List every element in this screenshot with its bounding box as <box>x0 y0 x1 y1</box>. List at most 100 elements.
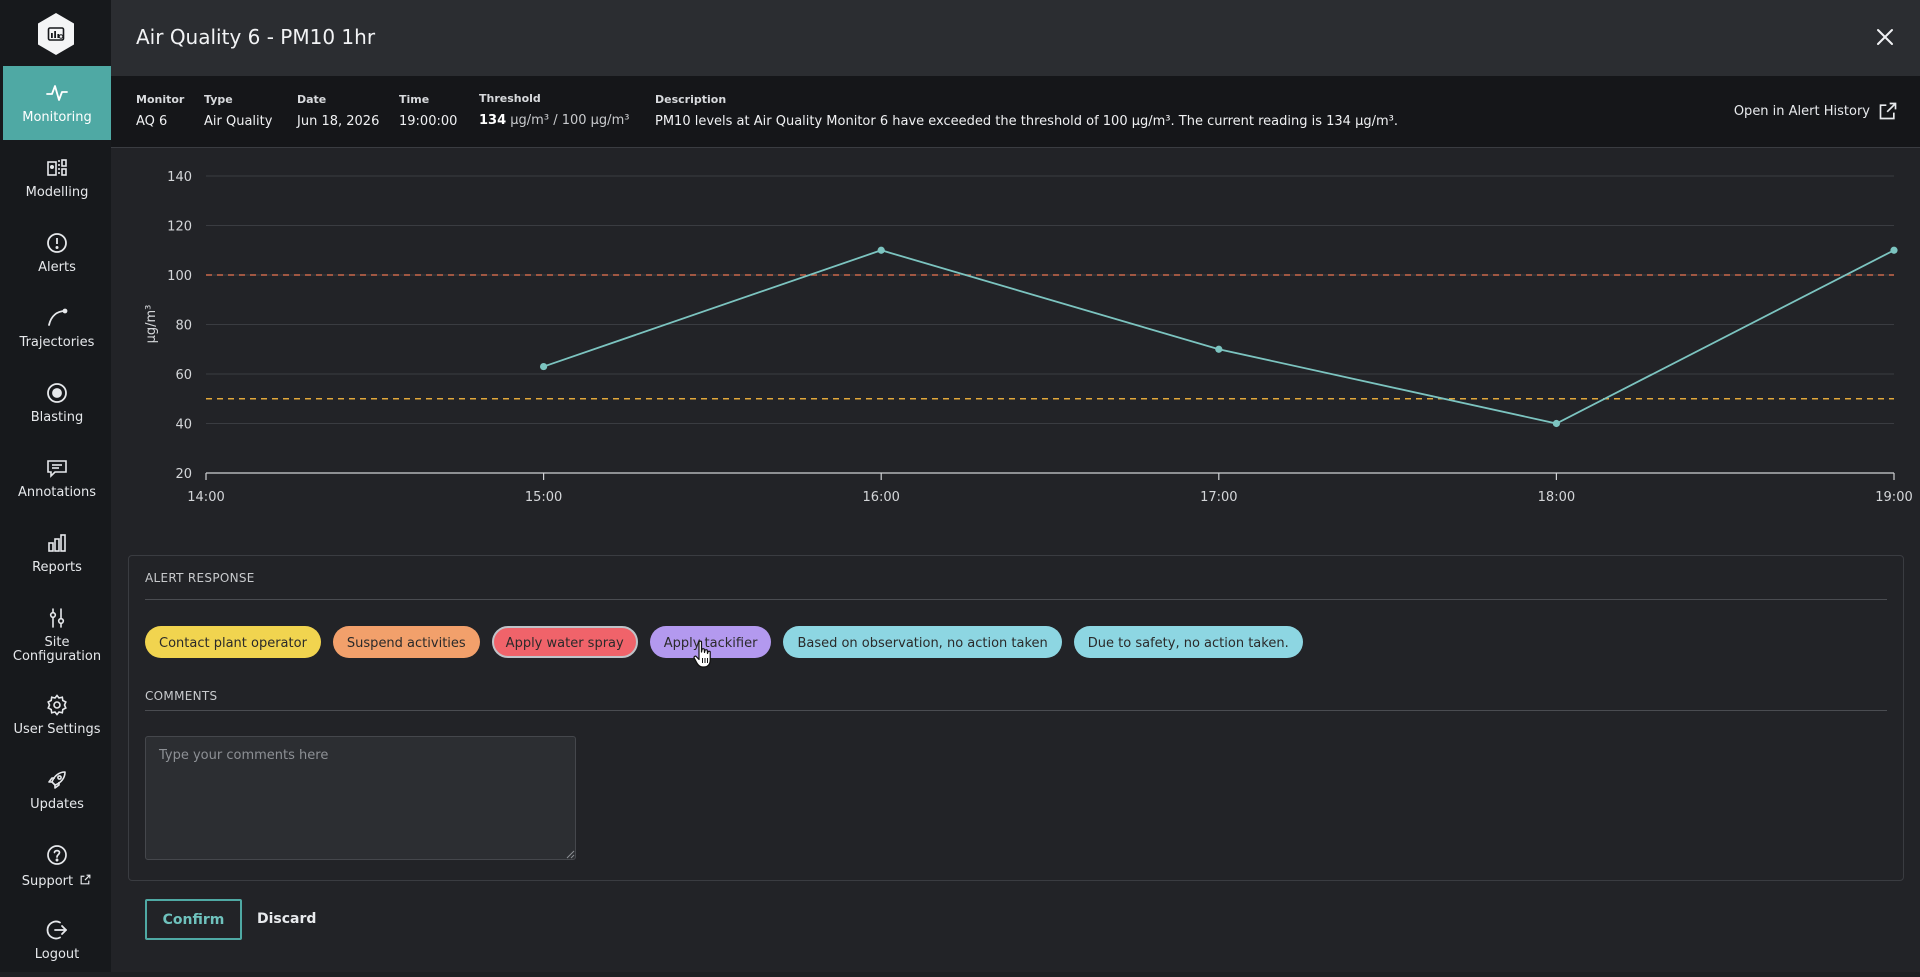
y-tick-label: 40 <box>175 418 192 433</box>
sidebar-item-label: Alerts <box>38 260 76 275</box>
response-chip-contact-plant-operator[interactable]: Contact plant operator <box>145 626 321 658</box>
data-point <box>540 362 548 371</box>
sidebar-item-label: Monitoring <box>22 110 92 125</box>
external-link-icon <box>1879 102 1897 120</box>
modal-title: Air Quality 6 - PM10 1hr <box>136 25 376 49</box>
y-axis-label: μg/m³ <box>144 305 159 344</box>
info-label: Description <box>655 93 727 106</box>
modal-header: Air Quality 6 - PM10 1hr <box>111 0 1920 76</box>
info-value: Jun 18, 2026 <box>297 114 380 129</box>
info-label: Date <box>297 93 327 106</box>
sidebar-item-label: Blasting <box>30 410 84 425</box>
gear-icon <box>45 693 69 717</box>
y-tick-label: 80 <box>175 319 192 334</box>
info-label: Type <box>204 93 233 106</box>
comment-icon <box>45 456 69 480</box>
sidebar-item-label: User Settings <box>13 722 101 737</box>
x-tick-label: 17:00 <box>1200 490 1237 505</box>
data-point <box>1552 419 1560 428</box>
pulse-icon <box>45 81 69 105</box>
pm10-chart: 20 40 60 80 100 120 140 14:00 15:00 16:00 17:00 18:… <box>111 148 1920 518</box>
logout-icon <box>45 918 69 942</box>
resize-grip-icon[interactable] <box>565 849 575 859</box>
comments-textarea[interactable] <box>145 736 576 860</box>
support-label-wrap: Support <box>3 873 111 889</box>
sidebar-item-trajectories[interactable]: Trajectories <box>3 291 111 365</box>
sidebar-item-logout[interactable]: Logout <box>3 903 111 977</box>
comments-heading: COMMENTS <box>145 689 218 703</box>
trajectory-icon <box>45 306 69 330</box>
x-tick-label: 19:00 <box>1875 490 1912 505</box>
x-tick-label: 16:00 <box>862 490 899 505</box>
bar-chart-icon <box>45 531 69 555</box>
sidebar-item-label: Trajectories <box>19 335 95 350</box>
info-value: Air Quality <box>204 114 273 129</box>
sidebar-item-monitoring[interactable]: Monitoring <box>3 66 111 140</box>
sidebar-item-label: Site <box>44 635 70 650</box>
external-link-icon <box>80 874 91 885</box>
sidebar-item-label: Updates <box>30 797 84 812</box>
close-button[interactable] <box>1874 26 1896 48</box>
info-threshold: Threshold 134 μg/m³ / 100 μg/m³ <box>479 92 629 128</box>
info-monitor: Monitor AQ 6 <box>136 93 184 129</box>
alert-info-bar: Monitor AQ 6 Type Air Quality Date Jun 1… <box>111 76 1920 148</box>
info-description: Description PM10 levels at Air Quality M… <box>655 93 1398 129</box>
sidebar-item-updates[interactable]: Updates <box>3 753 111 827</box>
sidebar-item-label: Modelling <box>25 185 89 200</box>
info-date: Date Jun 18, 2026 <box>297 93 379 129</box>
rocket-icon <box>45 768 69 792</box>
x-tick-label: 18:00 <box>1538 490 1575 505</box>
sidebar-item-label: Annotations <box>17 485 97 500</box>
response-options: Contact plant operator Suspend activitie… <box>145 626 1303 658</box>
data-point <box>877 246 885 254</box>
y-tick-label: 120 <box>167 220 192 235</box>
y-tick-label: 20 <box>175 467 192 482</box>
sidebar-item-blasting[interactable]: Blasting <box>3 366 111 440</box>
sidebar-item-site-configuration[interactable]: Site Configuration <box>3 591 111 675</box>
response-chip-apply-water-spray[interactable]: Apply water spray <box>491 626 638 658</box>
response-chip-no-action-safety[interactable]: Due to safety, no action taken. <box>1073 626 1303 658</box>
sidebar-item-label: Support <box>21 874 74 889</box>
close-icon <box>1877 29 1893 45</box>
open-alert-history-link[interactable]: Open in Alert History <box>1734 101 1898 121</box>
series-line <box>543 249 1895 425</box>
confirm-button[interactable]: Confirm <box>145 899 242 940</box>
info-type: Type Air Quality <box>204 93 272 129</box>
info-value: 19:00:00 <box>399 114 458 129</box>
threshold-current-unit: μg/m³ <box>510 113 550 128</box>
modelling-icon <box>45 156 69 180</box>
info-value: 134 μg/m³ / 100 μg/m³ <box>479 113 629 128</box>
y-tick-label: 60 <box>175 368 192 383</box>
y-tick-label: 100 <box>167 269 192 284</box>
sidebar-item-user-settings[interactable]: User Settings <box>3 678 111 752</box>
info-value: PM10 levels at Air Quality Monitor 6 hav… <box>655 114 1398 129</box>
discard-button[interactable]: Discard <box>257 899 316 940</box>
x-tick-label: 14:00 <box>187 490 224 505</box>
open-alert-history-label: Open in Alert History <box>1733 103 1870 119</box>
info-label: Time <box>399 93 430 106</box>
info-value: AQ 6 <box>136 114 168 129</box>
help-circle-icon <box>45 843 69 867</box>
divider <box>145 599 1887 600</box>
response-chip-no-action-observation[interactable]: Based on observation, no action taken <box>783 626 1062 658</box>
sidebar-item-label: Configuration <box>12 649 102 664</box>
divider <box>145 710 1887 711</box>
threshold-current-value: 134 <box>479 113 507 128</box>
hand-cursor-icon <box>693 640 711 668</box>
y-tick-label: 140 <box>167 170 192 185</box>
threshold-limit: / 100 μg/m³ <box>553 113 630 128</box>
sidebar-item-modelling[interactable]: Modelling <box>3 141 111 215</box>
sidebar-item-support[interactable]: Support <box>3 828 111 902</box>
sliders-icon <box>45 606 69 630</box>
response-chip-suspend-activities[interactable]: Suspend activities <box>332 626 480 658</box>
alert-response-heading: ALERT RESPONSE <box>145 571 255 585</box>
sidebar-item-reports[interactable]: Reports <box>3 516 111 590</box>
data-point <box>1215 345 1223 353</box>
info-label: Monitor <box>136 93 185 106</box>
chart-svg: 20 40 60 80 100 120 140 14:00 15:00 16:00 17:00 18:… <box>144 170 1913 505</box>
app-logo[interactable] <box>36 12 76 56</box>
sidebar-item-annotations[interactable]: Annotations <box>3 441 111 515</box>
sidebar: Monitoring Modelling Alerts Trajectories… <box>0 0 111 972</box>
data-point <box>1890 246 1898 254</box>
sidebar-item-alerts[interactable]: Alerts <box>3 216 111 290</box>
